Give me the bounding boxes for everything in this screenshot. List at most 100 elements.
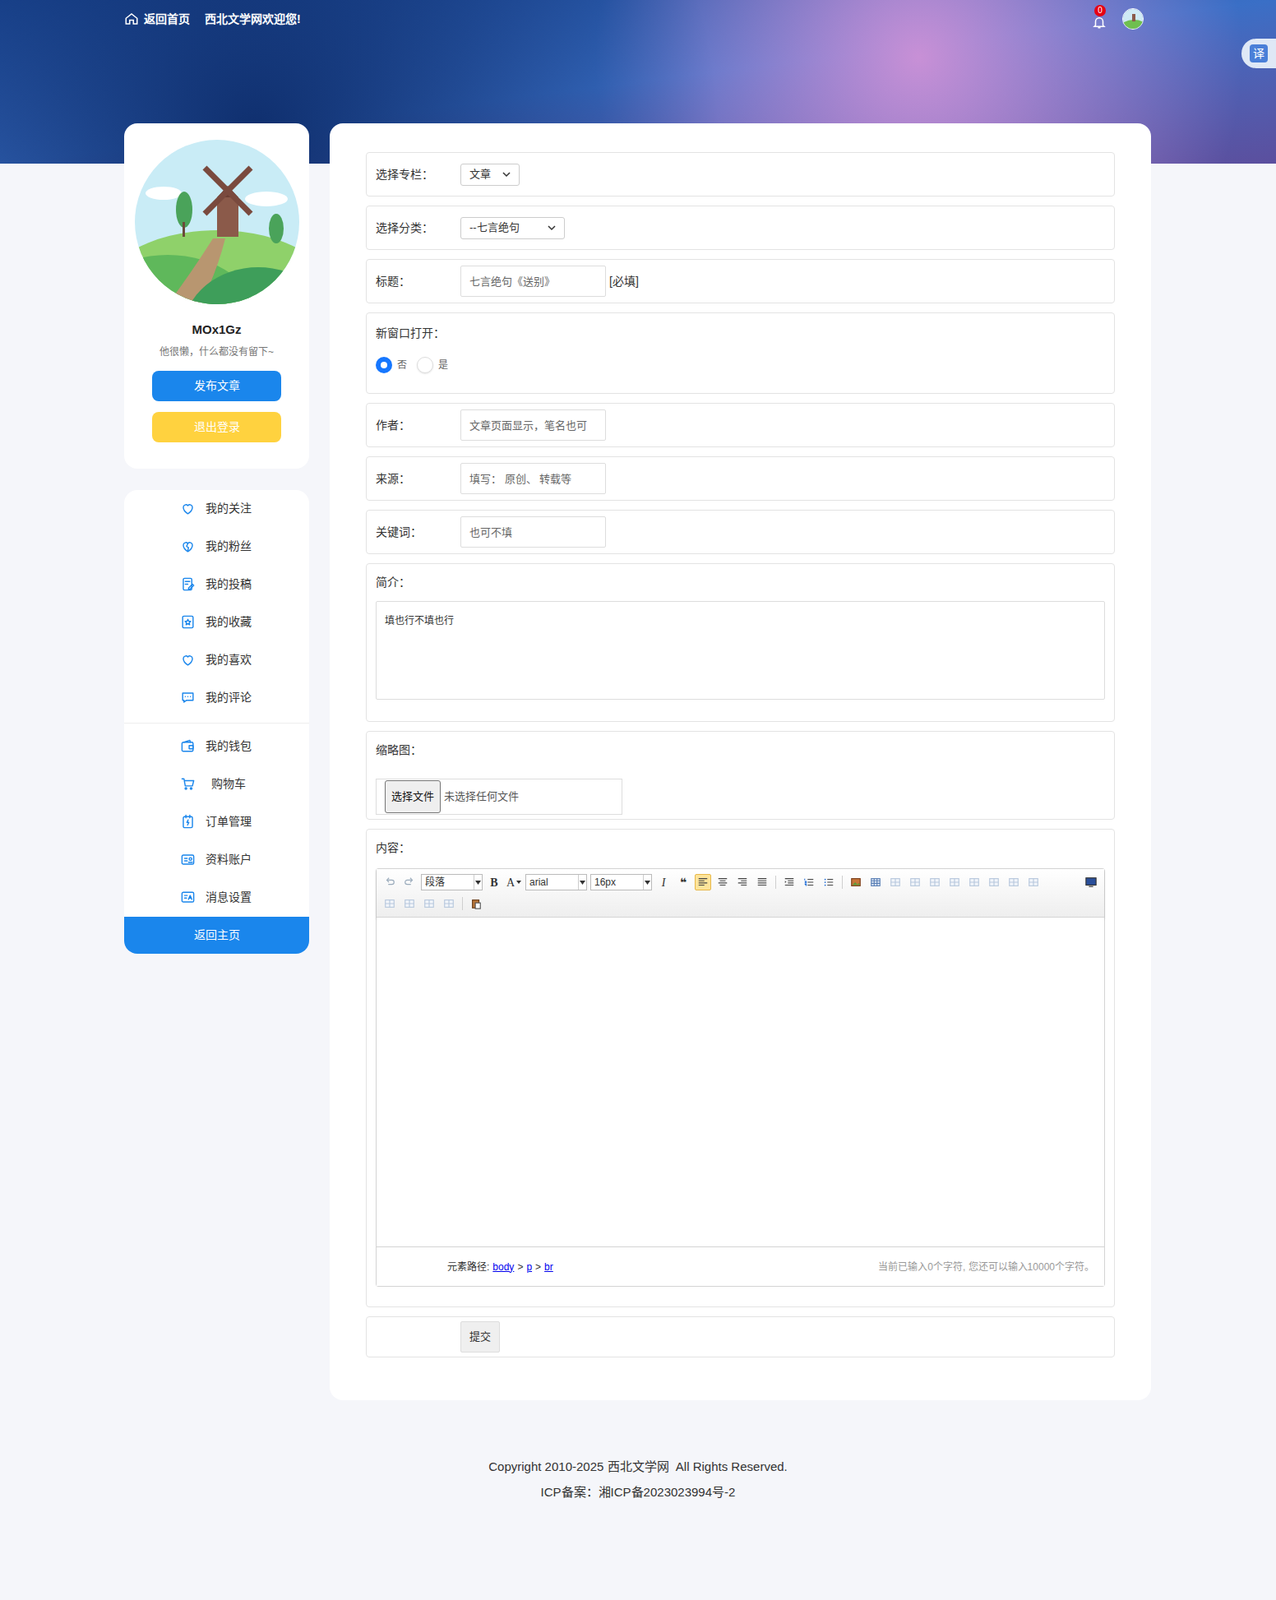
user-avatar[interactable] xyxy=(1122,8,1144,30)
toolbar-button[interactable] xyxy=(381,895,398,912)
dropdown-arrow-icon xyxy=(475,880,481,885)
choose-file-button[interactable]: 选择文件 xyxy=(384,780,441,814)
paste-icon xyxy=(470,897,482,910)
sidebar-item-label[interactable]: 消息设置 xyxy=(203,888,254,907)
toolbar-button[interactable] xyxy=(753,873,771,891)
toolbar-select-value[interactable]: arial xyxy=(529,874,549,890)
toolbar-button[interactable] xyxy=(734,873,751,891)
toolbar-button[interactable] xyxy=(926,873,944,891)
sidebar-item[interactable]: 订单管理 xyxy=(124,803,310,842)
toolbar-button[interactable]: A xyxy=(505,873,523,891)
radio-option[interactable]: 是 xyxy=(416,356,449,374)
table-tool-icon xyxy=(403,897,416,910)
toolbar-button[interactable] xyxy=(847,873,865,891)
home-text[interactable]: 返回首页 xyxy=(143,10,190,28)
radio-label[interactable]: 否 xyxy=(397,357,407,373)
toolbar-button[interactable] xyxy=(867,873,884,891)
text-input[interactable] xyxy=(460,409,606,441)
sidebar-item-label[interactable]: 购物车 xyxy=(203,775,254,793)
intro-text[interactable]: 填也行不填也行 xyxy=(384,614,454,627)
path-link[interactable]: br xyxy=(544,1259,554,1275)
sidebar-item-label[interactable]: 我的收藏 xyxy=(203,613,254,631)
select-value[interactable]: --七言绝句 xyxy=(469,219,520,236)
sidebar-item-label[interactable]: 我的钱包 xyxy=(203,737,254,755)
toolbar-button[interactable] xyxy=(946,873,963,891)
sidebar-item[interactable]: 我的粉丝 xyxy=(124,527,310,566)
sidebar-item-label[interactable]: 我的投稿 xyxy=(203,575,254,593)
toolbar-button[interactable] xyxy=(1082,873,1100,891)
toolbar-button[interactable]: I xyxy=(655,873,672,891)
toolbar-glyph[interactable]: I xyxy=(661,873,666,892)
sidebar-item[interactable]: 资料账户 xyxy=(124,841,310,879)
toolbar-button[interactable] xyxy=(887,873,904,891)
sidebar-item[interactable]: 我的喜欢 xyxy=(124,641,310,680)
toolbar-glyph[interactable]: ❝ xyxy=(679,873,687,892)
toolbar-select-value[interactable]: 段落 xyxy=(425,874,445,890)
translate-button[interactable]: 译 xyxy=(1241,38,1276,69)
select-box[interactable]: 文章 xyxy=(460,163,520,186)
toolbar-select[interactable]: 段落 xyxy=(420,873,483,891)
radio-label[interactable]: 是 xyxy=(438,357,449,373)
menu-item-icon xyxy=(180,576,196,592)
toolbar-button[interactable] xyxy=(714,873,731,891)
home-link[interactable]: 返回首页 xyxy=(124,10,190,28)
toolbar-button[interactable] xyxy=(906,873,924,891)
sidebar-item[interactable]: 我的钱包 xyxy=(124,727,310,766)
translate-text[interactable]: 译 xyxy=(1249,44,1268,63)
toolbar-button[interactable]: B xyxy=(485,873,503,891)
select-box[interactable]: --七言绝句 xyxy=(460,217,565,240)
element-path-label: 元素路径: xyxy=(447,1259,490,1275)
text-input[interactable] xyxy=(460,462,606,495)
select-value[interactable]: 文章 xyxy=(469,166,491,183)
toolbar-button[interactable] xyxy=(1025,873,1042,891)
sidebar-item[interactable]: 我的评论 xyxy=(124,679,310,717)
profile-avatar xyxy=(134,139,300,305)
toolbar-button[interactable] xyxy=(467,895,485,912)
toolbar-button[interactable] xyxy=(1005,873,1022,891)
publish-button[interactable]: 发布文章 xyxy=(152,370,282,402)
sidebar-item[interactable]: 我的投稿 xyxy=(124,565,310,604)
sidebar-item-label[interactable]: 我的评论 xyxy=(203,688,254,707)
sidebar-item-label[interactable]: 我的关注 xyxy=(203,499,254,518)
sidebar-item[interactable]: 购物车 xyxy=(124,765,310,804)
logout-button[interactable]: 退出登录 xyxy=(152,411,282,443)
text-input[interactable] xyxy=(460,516,606,548)
path-link[interactable]: body xyxy=(492,1259,514,1275)
toolbar-button[interactable] xyxy=(401,895,418,912)
toolbar-button[interactable] xyxy=(800,873,818,891)
toolbar-select[interactable]: 16px xyxy=(590,873,652,891)
sidebar-item[interactable]: 我的收藏 xyxy=(124,603,310,642)
sidebar-item-label[interactable]: 订单管理 xyxy=(203,813,254,831)
toolbar-select[interactable]: arial xyxy=(525,873,588,891)
notification-button[interactable]: 0 xyxy=(1089,8,1110,30)
intro-textarea[interactable]: 填也行不填也行 xyxy=(375,601,1105,700)
toolbar-button[interactable] xyxy=(420,895,438,912)
sidebar-item-label[interactable]: 我的喜欢 xyxy=(203,651,254,669)
toolbar-button[interactable] xyxy=(966,873,983,891)
sidebar-item[interactable]: 我的关注 xyxy=(124,490,310,528)
submit-button[interactable]: 提交 xyxy=(460,1321,500,1353)
menu-item-icon xyxy=(180,614,196,630)
toolbar-button[interactable]: ❝ xyxy=(674,873,692,891)
radio-button[interactable] xyxy=(416,356,434,374)
toolbar-button[interactable] xyxy=(401,873,418,891)
toolbar-button[interactable] xyxy=(781,873,798,891)
sidebar-item-label[interactable]: 我的粉丝 xyxy=(203,537,254,555)
path-link[interactable]: p xyxy=(526,1259,532,1275)
toolbar-button[interactable] xyxy=(440,895,458,912)
sidebar-item[interactable]: 消息设置 xyxy=(124,878,310,917)
toolbar-button[interactable] xyxy=(694,873,712,891)
text-input[interactable] xyxy=(460,265,606,297)
back-home-button[interactable]: 返回主页 xyxy=(124,916,310,954)
sidebar-item-label[interactable]: 资料账户 xyxy=(203,850,254,869)
editor-body[interactable] xyxy=(376,917,1105,1247)
radio-option[interactable]: 否 xyxy=(375,356,407,374)
toolbar-button[interactable] xyxy=(820,873,837,891)
radio-button[interactable] xyxy=(375,356,393,374)
toolbar-glyph[interactable]: B xyxy=(490,873,498,892)
toolbar-glyph[interactable]: A xyxy=(506,873,515,892)
toolbar-button[interactable] xyxy=(985,873,1003,891)
file-input[interactable]: 选择文件未选择任何文件 xyxy=(375,778,623,815)
toolbar-button[interactable] xyxy=(381,873,398,891)
toolbar-select-value[interactable]: 16px xyxy=(594,874,616,890)
